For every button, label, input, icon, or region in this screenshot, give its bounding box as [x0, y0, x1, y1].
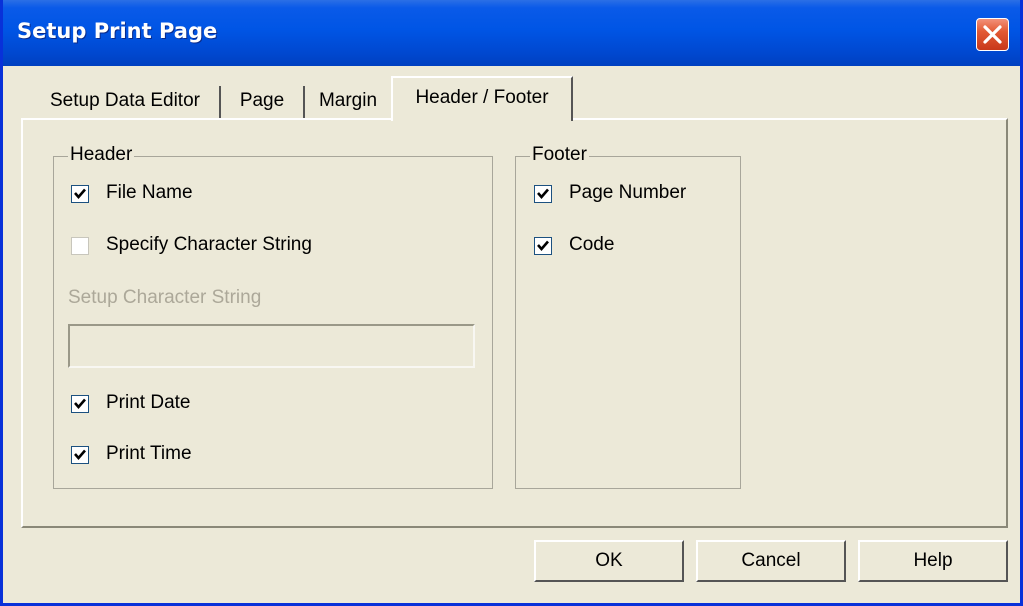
help-button[interactable]: Help — [858, 540, 1008, 582]
tab-label: Header / Footer — [415, 87, 549, 108]
tab-header-footer[interactable]: Header / Footer — [391, 76, 573, 121]
checkbox-label: Print Time — [106, 443, 192, 464]
checkmark-icon — [537, 188, 549, 199]
tab-page[interactable]: Page — [221, 86, 305, 118]
header-legend: Header — [68, 144, 135, 166]
close-icon — [983, 25, 1002, 44]
close-button[interactable] — [976, 18, 1009, 51]
checkbox-label: Specify Character String — [106, 234, 312, 255]
checkmark-icon — [74, 449, 86, 460]
checkmark-icon — [74, 188, 86, 199]
tab-label: Page — [239, 90, 285, 111]
checkbox-label: Print Date — [106, 392, 191, 413]
tab-label: Margin — [318, 90, 378, 111]
checkbox-label: Code — [569, 234, 615, 255]
title-bar[interactable]: Setup Print Page — [3, 0, 1020, 66]
cancel-button[interactable]: Cancel — [696, 540, 846, 582]
window-title: Setup Print Page — [17, 19, 218, 43]
tab-margin[interactable]: Margin — [305, 86, 391, 118]
checkbox-box[interactable] — [71, 237, 89, 255]
checkbox-box[interactable] — [71, 446, 89, 464]
checkbox-box[interactable] — [71, 395, 89, 413]
footer-groupbox: Footer Page Number Code — [515, 144, 741, 489]
checkbox-box[interactable] — [71, 185, 89, 203]
tab-panel-header-footer: Header File Name Specify Character Strin… — [21, 118, 1008, 528]
tab-label: Setup Data Editor — [50, 90, 200, 111]
setup-character-string-input[interactable] — [68, 324, 475, 368]
footer-legend: Footer — [530, 144, 589, 166]
checkmark-icon — [537, 240, 549, 251]
checkbox-box[interactable] — [534, 185, 552, 203]
checkbox-label: Page Number — [569, 182, 687, 203]
checkbox-box[interactable] — [534, 237, 552, 255]
checkmark-icon — [74, 398, 86, 409]
header-groupbox: Header File Name Specify Character Strin… — [53, 144, 493, 489]
ok-button[interactable]: OK — [534, 540, 684, 582]
tab-setup-data-editor[interactable]: Setup Data Editor — [31, 86, 221, 118]
setup-print-page-dialog: Setup Print Page Setup Data Editor Page … — [0, 0, 1023, 606]
checkbox-label: File Name — [106, 182, 193, 203]
setup-character-string-label: Setup Character String — [68, 287, 262, 308]
